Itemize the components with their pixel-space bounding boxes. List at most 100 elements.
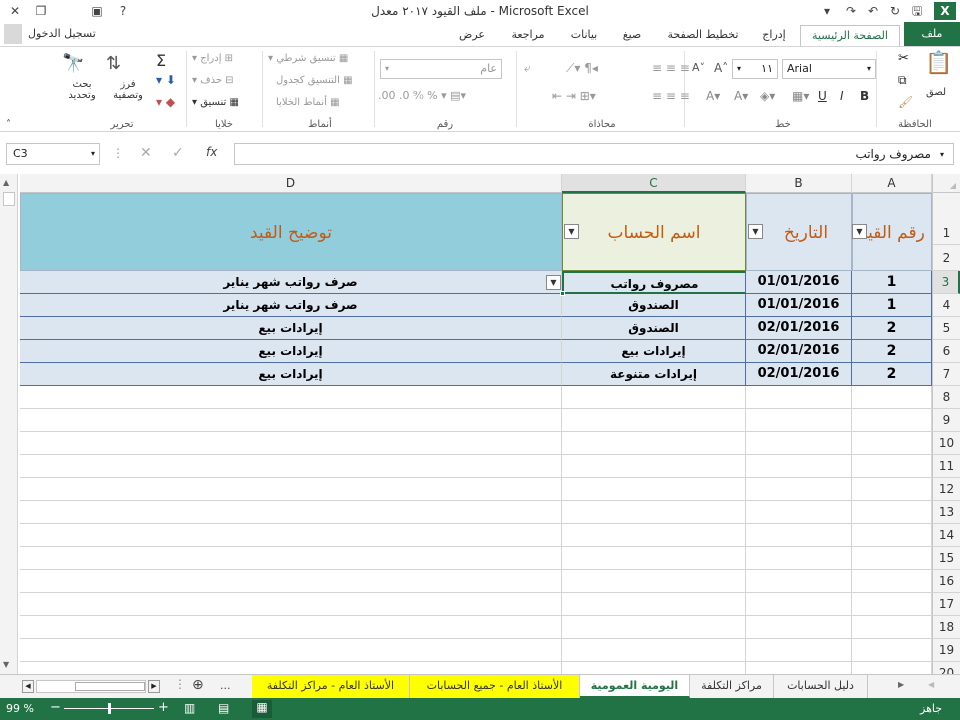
row-header[interactable]: 12 [932,478,960,501]
row-header[interactable]: 2 [932,245,960,271]
cell-c[interactable]: الصندوق [562,317,746,340]
cell-b[interactable]: 02/01/2016 [746,340,852,363]
row-header[interactable]: 13 [932,501,960,524]
close-window-icon[interactable]: ✕ [4,2,26,20]
sign-in-link[interactable]: تسجيل الدخول [28,27,96,40]
cell-c[interactable]: إيرادات متنوعة [562,363,746,386]
empty-cell[interactable] [746,478,852,501]
qat-customize-icon[interactable]: ▾ [816,2,838,20]
filter-dropdown-c[interactable]: ▼ [564,224,579,239]
row-header[interactable]: 14 [932,524,960,547]
cell-d[interactable]: إيرادات بيع [20,317,562,340]
empty-cell[interactable] [746,593,852,616]
empty-cell[interactable] [562,409,746,432]
empty-cell[interactable] [746,639,852,662]
fill-icon[interactable]: ▾ ⬇ [156,73,176,87]
orientation-icon[interactable]: ⟋▾ ¶◂ [566,61,598,76]
vertical-scrollbar[interactable]: ▲ ▼ [0,174,18,674]
cell-c[interactable]: الصندوق [562,294,746,317]
row-header[interactable]: 10 [932,432,960,455]
normal-view-icon[interactable]: ▦ [252,700,272,718]
cell-a[interactable]: 1 [852,294,932,317]
tab-formulas[interactable]: صيغ [612,25,652,46]
indent-icon[interactable]: ⇤ ⇥ ⊞▾ [552,89,596,103]
column-header-b[interactable]: B [746,174,852,193]
cell-d[interactable]: صرف رواتب شهر يناير [20,271,562,294]
empty-cell[interactable] [20,662,562,674]
empty-cell[interactable] [746,616,852,639]
empty-cell[interactable] [852,386,932,409]
row-header[interactable]: 18 [932,616,960,639]
collapse-ribbon-icon[interactable]: ˄ [6,119,11,130]
empty-cell[interactable] [746,409,852,432]
tab-view[interactable]: عرض [452,25,492,46]
row-header[interactable]: 15 [932,547,960,570]
find-select-button[interactable]: بحث وتحديد [62,79,102,101]
font-name-select[interactable]: Arial▾ [782,59,876,79]
empty-cell[interactable] [562,432,746,455]
empty-cell[interactable] [852,570,932,593]
empty-cell[interactable] [746,524,852,547]
row-header[interactable]: 3 [932,271,960,294]
redo-icon[interactable]: ↷ [840,2,862,20]
fill-handle[interactable] [560,291,565,296]
column-header-d[interactable]: D [20,174,562,193]
empty-cell[interactable] [852,432,932,455]
tab-home[interactable]: الصفحة الرئيسية [800,25,900,46]
empty-cell[interactable] [20,593,562,616]
row-header[interactable]: 16 [932,570,960,593]
header-cell-d[interactable]: توضيح القيد [20,193,562,271]
empty-cell[interactable] [852,501,932,524]
tab-page-layout[interactable]: تخطيط الصفحة [660,25,746,46]
font-size-select[interactable]: ▾١١ [732,59,778,79]
name-box[interactable]: C3▾ [6,143,100,165]
empty-cell[interactable] [852,593,932,616]
row-header[interactable]: 17 [932,593,960,616]
sheet-tab-ledger-all-accounts[interactable]: الأستاذ العام - جميع الحسابات [410,675,580,698]
column-header-c[interactable]: C [562,174,746,193]
cell-a[interactable]: 2 [852,317,932,340]
number-format-select[interactable]: ▾عام [380,59,502,79]
bold-icon[interactable]: B [860,89,869,103]
row-header[interactable]: 6 [932,340,960,363]
empty-cell[interactable] [852,547,932,570]
insert-function-icon[interactable]: fx [206,145,217,159]
decimal-icons[interactable]: .00 .0 ⁹⁄₀ % ▾ ▤▾ [378,89,466,102]
delete-cells-button[interactable]: ▾ حذف ⊟ [192,75,234,86]
empty-cell[interactable] [20,409,562,432]
row-header[interactable]: 19 [932,639,960,662]
format-cells-button[interactable]: ▾ تنسيق ▦ [192,97,239,108]
empty-cell[interactable] [562,455,746,478]
tab-scroll-left-icon[interactable]: ◀ [928,680,934,689]
sort-filter-icon[interactable]: ⇅ [106,53,121,74]
clear-icon[interactable]: ▾ ◆ [156,95,175,109]
row-header[interactable]: 7 [932,363,960,386]
paste-icon[interactable]: 📋 [924,51,954,85]
cell-c[interactable]: إيرادات بيع [562,340,746,363]
filter-dropdown-a[interactable]: ▼ [852,224,867,239]
scroll-down-icon[interactable]: ▼ [3,660,9,669]
scroll-up-icon[interactable]: ▲ [3,178,9,187]
empty-cell[interactable] [562,386,746,409]
empty-cell[interactable] [562,524,746,547]
empty-cell[interactable] [852,662,932,674]
zoom-level[interactable]: 99 % [6,702,34,715]
hscroll-right-icon[interactable]: ▶ [148,680,160,693]
zoom-out-icon[interactable]: − [50,700,61,715]
underline-icon[interactable]: U [818,89,827,103]
enter-icon[interactable]: ✓ [172,145,184,161]
empty-cell[interactable] [852,616,932,639]
empty-cell[interactable] [20,478,562,501]
restore-window-icon[interactable]: ❐ [30,2,52,20]
font-color-icon[interactable]: A▾ [734,89,748,103]
row-header[interactable]: 9 [932,409,960,432]
empty-cell[interactable] [20,639,562,662]
cancel-icon[interactable]: ✕ [140,145,152,161]
split-handle-icon[interactable]: ⋮ [174,677,186,691]
find-select-icon[interactable]: 🔭 [62,53,84,74]
filter-dropdown-b[interactable]: ▼ [748,224,763,239]
empty-cell[interactable] [746,386,852,409]
cell-d[interactable]: إيرادات بيع [20,340,562,363]
paste-button[interactable]: لصق [926,87,946,98]
empty-cell[interactable] [562,570,746,593]
